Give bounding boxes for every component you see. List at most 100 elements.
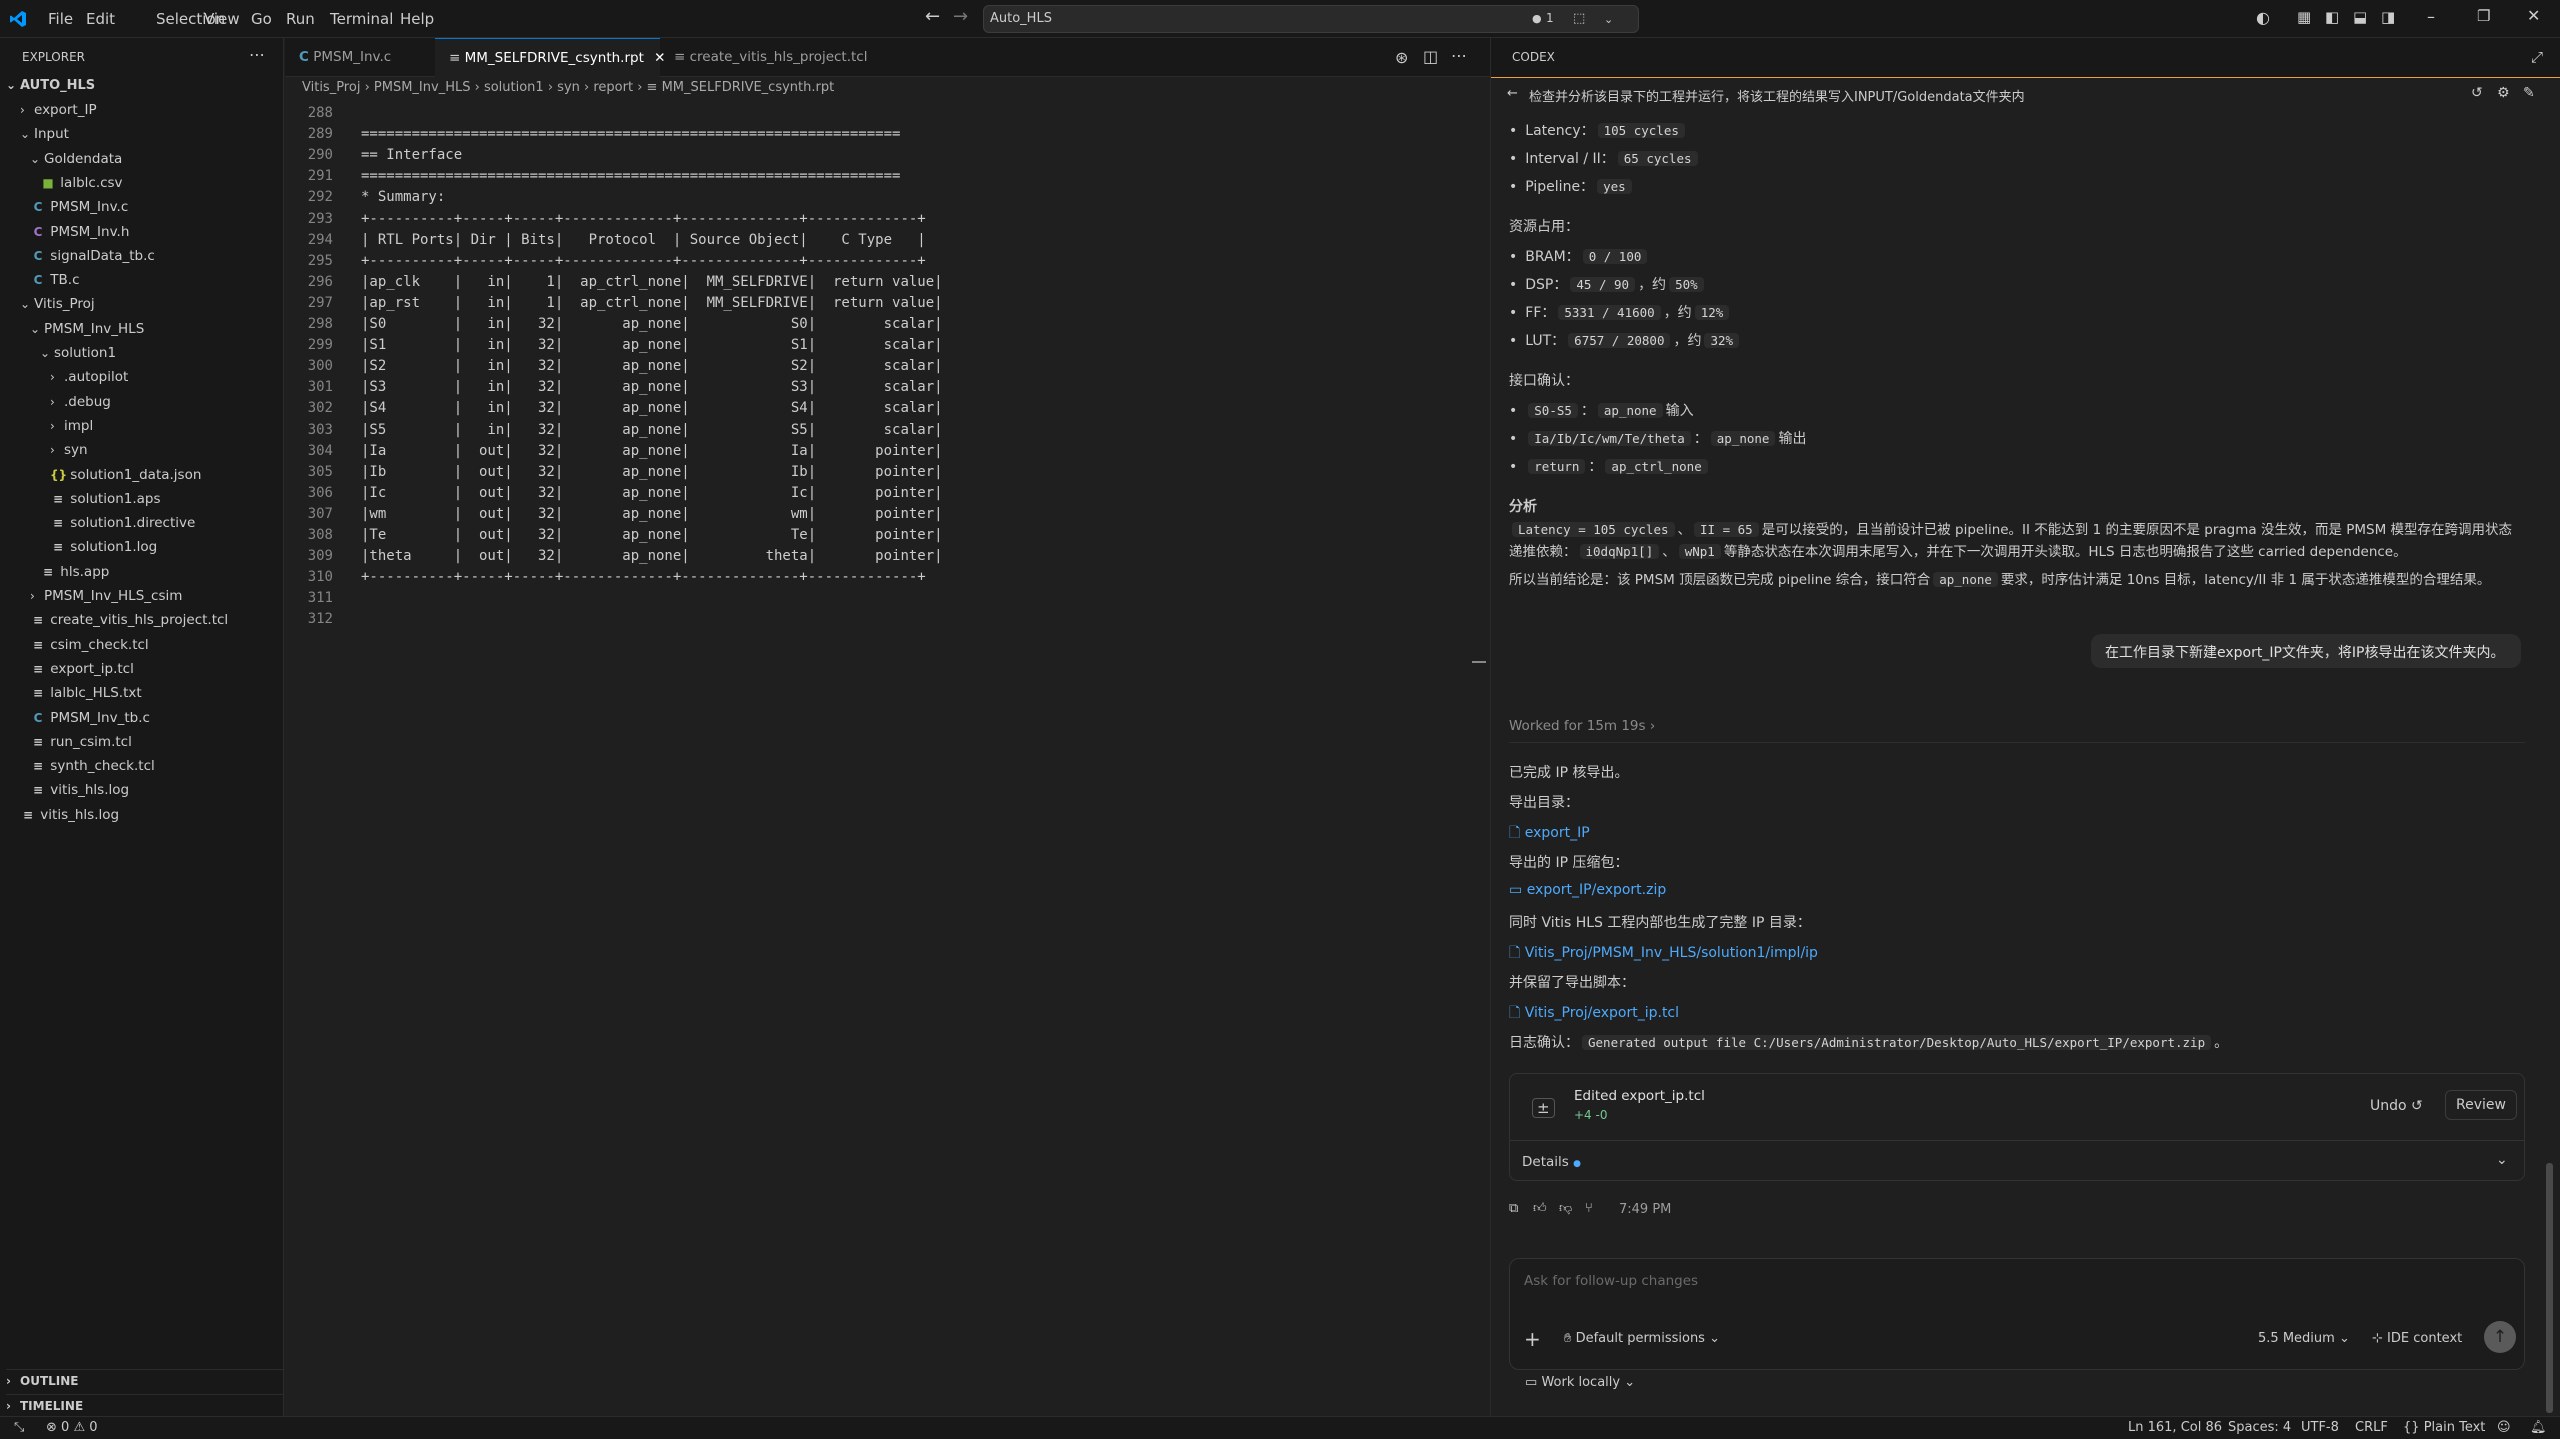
back-icon[interactable]: ← xyxy=(1507,86,1518,101)
split-editor-icon[interactable]: ◫ xyxy=(1423,47,1438,66)
undo-button[interactable]: Undo ↺ xyxy=(2370,1098,2423,1114)
review-button[interactable]: Review xyxy=(2445,1090,2517,1120)
menu-go[interactable]: Go xyxy=(251,10,272,28)
workspace-root[interactable]: ⌄ AUTO_HLS xyxy=(6,78,95,102)
code-editor[interactable]: 288 289 ==================================… xyxy=(285,103,1490,1413)
model-select[interactable]: 5.5 Medium ⌄ xyxy=(2258,1331,2350,1346)
tree-file[interactable]: C PMSM_Inv.c xyxy=(30,199,129,223)
tree-file[interactable]: ≡ create_vitis_hls_project.tcl xyxy=(30,612,228,636)
copilot-status-icon[interactable]: ☺ xyxy=(2497,1420,2511,1435)
tree-file[interactable]: ≡ synth_check.tcl xyxy=(30,758,155,782)
breadcrumb-item[interactable]: MM_SELFDRIVE_csynth.rpt xyxy=(662,80,835,95)
tree-folder[interactable]: ⌄ Vitis_Proj xyxy=(20,296,95,320)
thumbs-down-icon[interactable]: 👎︎ xyxy=(1559,1201,1572,1216)
tree-folder[interactable]: › PMSM_Inv_HLS_csim xyxy=(30,588,182,612)
tree-folder[interactable]: › .autopilot xyxy=(50,369,128,393)
menu-run[interactable]: Run xyxy=(286,10,315,28)
tree-folder[interactable]: ⌄ solution1 xyxy=(40,345,116,369)
tree-folder[interactable]: › syn xyxy=(50,442,88,466)
new-chat-icon[interactable]: ✎ xyxy=(2523,85,2535,101)
tree-folder[interactable]: › impl xyxy=(50,418,93,442)
tree-file[interactable]: C PMSM_Inv.h xyxy=(30,224,130,248)
editor-more-actions-icon[interactable]: ⋯ xyxy=(1451,46,1467,65)
ide-context-toggle[interactable]: ⊹ IDE context xyxy=(2372,1331,2462,1346)
encoding[interactable]: UTF-8 xyxy=(2301,1420,2339,1435)
layout-customize-icon[interactable]: ▦ xyxy=(2297,8,2311,26)
copilot-icon[interactable]: ◐ xyxy=(2256,8,2270,27)
restore-icon[interactable]: ❐ xyxy=(2477,7,2490,25)
permissions-select[interactable]: ✋︎ Default permissions ⌄ xyxy=(1564,1331,1720,1346)
outline-section[interactable]: › OUTLINE xyxy=(6,1369,284,1393)
tree-file[interactable]: {} solution1_data.json xyxy=(50,467,201,491)
tree-file[interactable]: ≡ export_ip.tcl xyxy=(30,661,134,685)
follow-up-input[interactable]: Ask for follow-up changes xyxy=(1524,1273,1698,1289)
language-mode[interactable]: {} Plain Text xyxy=(2403,1420,2485,1435)
breadcrumb-item[interactable]: syn xyxy=(557,80,580,95)
chat-icon[interactable]: ⬚ xyxy=(1573,11,1585,26)
ip-dir-link[interactable]: 🗋 Vitis_Proj/PMSM_Inv_HLS/solution1/impl… xyxy=(1509,942,1818,966)
tree-folder[interactable]: › export_IP xyxy=(20,102,97,126)
tree-file[interactable]: C signalData_tb.c xyxy=(30,248,155,272)
tree-file[interactable]: C TB.c xyxy=(30,272,80,296)
tab-create-vitis-hls-project-tcl[interactable]: ≡ create_vitis_hls_project.tcl xyxy=(660,38,880,77)
tab-mm-selfdrive-csynth-rpt[interactable]: ≡ MM_SELFDRIVE_csynth.rpt ✕ xyxy=(435,38,665,77)
toggle-panel-icon[interactable]: ⬓ xyxy=(2353,8,2367,26)
problems-indicator[interactable]: ⊗ 0 ⚠ 0 xyxy=(46,1420,98,1435)
breadcrumb-item[interactable]: PMSM_Inv_HLS xyxy=(374,80,471,95)
menu-file[interactable]: File xyxy=(48,10,73,28)
thumbs-up-icon[interactable]: 👍︎ xyxy=(1533,1201,1547,1216)
worked-duration[interactable]: Worked for 15m 19s › xyxy=(1509,718,1655,734)
maximize-panel-icon[interactable]: ⤢ xyxy=(2531,48,2543,66)
tree-file[interactable]: ≡ solution1.directive xyxy=(50,515,195,539)
tree-file[interactable]: ■ lalblc.csv xyxy=(40,175,122,199)
breadcrumb-item[interactable]: report xyxy=(593,80,633,95)
tree-file[interactable]: ≡ lalblc_HLS.txt xyxy=(30,685,142,709)
menu-help[interactable]: Help xyxy=(400,10,434,28)
forward-arrow-icon[interactable]: → xyxy=(953,6,968,27)
tree-file[interactable]: ≡ csim_check.tcl xyxy=(30,637,149,661)
breadcrumb-item[interactable]: solution1 xyxy=(484,80,544,95)
tree-folder[interactable]: ⌄ Goldendata xyxy=(30,151,122,175)
work-locally-select[interactable]: ▭ Work locally ⌄ xyxy=(1525,1375,1635,1390)
timeline-section[interactable]: › TIMELINE xyxy=(6,1394,284,1418)
tab-pmsm-inv-c[interactable]: C PMSM_Inv.c xyxy=(285,38,435,77)
chevron-down-icon[interactable]: ⌄ xyxy=(2496,1152,2508,1168)
tree-file[interactable]: ≡ hls.app xyxy=(40,564,109,588)
back-arrow-icon[interactable]: ← xyxy=(925,6,940,27)
menu-edit[interactable]: Edit xyxy=(86,10,115,28)
tree-folder[interactable]: ⌄ Input xyxy=(20,126,69,150)
fork-icon[interactable]: ⑂ xyxy=(1585,1201,1593,1216)
close-window-icon[interactable]: ✕ xyxy=(2527,6,2540,25)
tree-file[interactable]: ≡ run_csim.tcl xyxy=(30,734,132,758)
minimize-icon[interactable]: – xyxy=(2427,7,2435,26)
zip-link[interactable]: ▭ export_IP/export.zip xyxy=(1509,882,1666,898)
breadcrumb-item[interactable]: Vitis_Proj xyxy=(302,80,360,95)
tree-file[interactable]: ≡ solution1.aps xyxy=(50,491,161,515)
chevron-down-icon[interactable]: ⌄ xyxy=(1604,13,1613,26)
notifications-icon[interactable]: 🔔︎ xyxy=(2530,1420,2547,1435)
export-dir-link[interactable]: 🗋 export_IP xyxy=(1509,822,1590,846)
add-attachment-icon[interactable]: + xyxy=(1524,1327,1541,1351)
line-ending[interactable]: CRLF xyxy=(2355,1420,2388,1435)
tree-file[interactable]: ≡ vitis_hls.log xyxy=(20,807,119,831)
toggle-sidebar-icon[interactable]: ◧ xyxy=(2325,8,2339,26)
remote-icon[interactable]: ⤡ xyxy=(14,1420,24,1435)
send-button[interactable]: ↑ xyxy=(2484,1321,2516,1353)
tree-file[interactable]: C PMSM_Inv_tb.c xyxy=(30,710,150,734)
details-toggle[interactable]: Details ● xyxy=(1522,1154,1581,1170)
cursor-position[interactable]: Ln 161, Col 86 xyxy=(2128,1420,2222,1435)
toggle-secondary-sidebar-icon[interactable]: ◨ xyxy=(2381,8,2395,26)
more-actions-icon[interactable]: ⋯ xyxy=(249,45,265,64)
tree-file[interactable]: ≡ solution1.log xyxy=(50,539,157,563)
command-center-search[interactable]: Auto_HLS ● 1 ⬚ ⌄ xyxy=(983,5,1639,33)
menu-view[interactable]: View xyxy=(204,10,240,28)
tree-folder[interactable]: ⌄ PMSM_Inv_HLS xyxy=(30,321,144,345)
tree-file[interactable]: ≡ vitis_hls.log xyxy=(30,782,129,806)
indentation[interactable]: Spaces: 4 xyxy=(2228,1420,2291,1435)
script-link[interactable]: 🗋 Vitis_Proj/export_ip.tcl xyxy=(1509,1002,1679,1026)
menu-terminal[interactable]: Terminal xyxy=(330,10,393,28)
history-icon[interactable]: ↺ xyxy=(2471,85,2483,101)
copy-icon[interactable]: ⧉ xyxy=(1509,1201,1518,1216)
panel-scrollbar[interactable] xyxy=(2546,1163,2553,1413)
tree-folder[interactable]: › .debug xyxy=(50,394,111,418)
